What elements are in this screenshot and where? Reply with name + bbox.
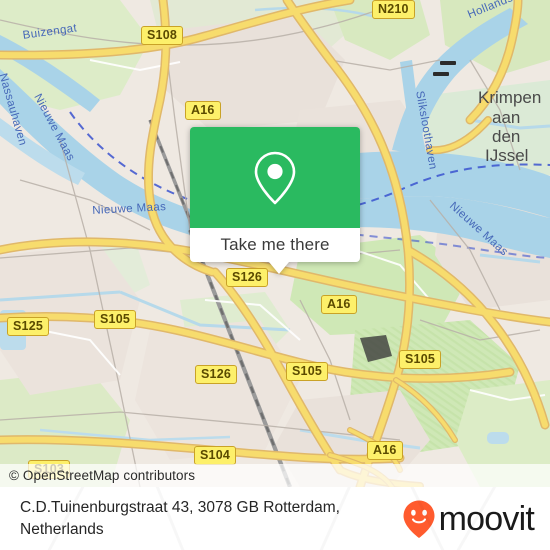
road-shield: S105 — [94, 310, 136, 329]
address-line-2: Netherlands — [20, 520, 104, 538]
place-label: aan — [492, 108, 521, 127]
road-shield: S104 — [194, 446, 236, 465]
road-shield: S126 — [226, 268, 268, 287]
moovit-map-screen: Buizengat Nassauhaven Nieuwe Maas Nieuwe Ma… — [0, 0, 550, 550]
place-label: Krimpen — [478, 88, 542, 107]
road-shield: N210 — [372, 0, 415, 19]
moovit-pin-icon — [403, 500, 435, 538]
road-shield: A16 — [185, 101, 221, 120]
address-text: C.D.Tuinenburgstraat 43, 3078 GB Rotterd… — [0, 497, 401, 540]
attribution-text: © OpenStreetMap contributors — [9, 468, 196, 483]
footer-bar: C.D.Tuinenburgstraat 43, 3078 GB Rotterd… — [0, 487, 550, 550]
address-line-1: C.D.Tuinenburgstraat 43, 3078 GB Rotterd… — [20, 499, 340, 517]
road-shield: S108 — [141, 26, 183, 45]
map-pin-icon — [254, 151, 296, 204]
take-me-there-label: Take me there — [220, 235, 330, 254]
road-shield: A16 — [321, 295, 357, 314]
place-label: IJssel — [485, 146, 529, 165]
map-attribution: © OpenStreetMap contributors — [0, 464, 550, 487]
road-shield: S105 — [399, 350, 441, 369]
road-shield: A16 — [367, 441, 403, 460]
place-label: den — [492, 127, 521, 146]
location-popup-card[interactable]: Take me there — [190, 127, 360, 274]
popup-image-area — [190, 127, 360, 228]
moovit-logo[interactable]: moovit — [401, 499, 550, 539]
popup-action-row[interactable]: Take me there — [190, 228, 360, 262]
moovit-wordmark: moovit — [438, 499, 535, 538]
road-shield: S126 — [195, 365, 237, 384]
road-shield: S125 — [7, 317, 49, 336]
popup-tail — [269, 262, 289, 274]
road-shield: S105 — [286, 362, 328, 381]
